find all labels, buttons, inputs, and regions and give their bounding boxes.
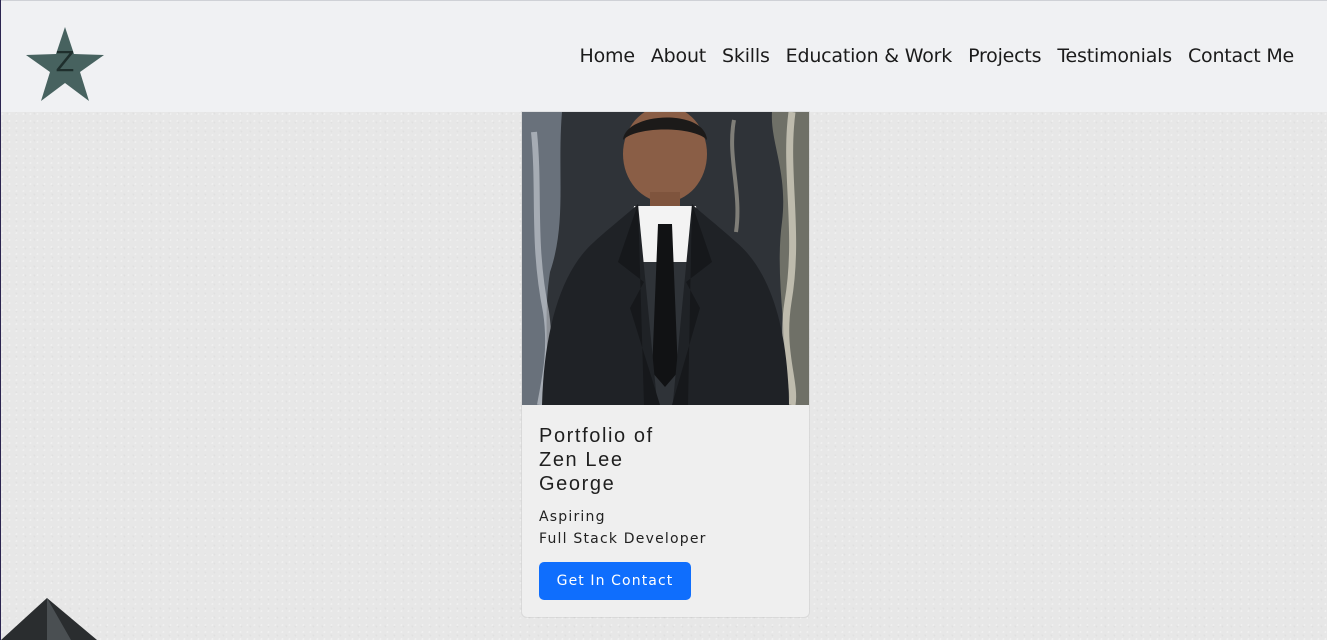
- profile-card: Portfolio of Zen Lee George Aspiring Ful…: [522, 112, 809, 617]
- page: Z Home About Skills Education & Work Pro…: [0, 0, 1327, 640]
- role-subtitle: Aspiring Full Stack Developer: [539, 506, 799, 550]
- get-in-contact-button[interactable]: Get In Contact: [539, 562, 691, 600]
- star-logo-icon[interactable]: Z: [25, 25, 105, 103]
- nav-links: Home About Skills Education & Work Proje…: [580, 45, 1295, 67]
- triangle-decor-icon: [1, 598, 97, 640]
- nav-education-work[interactable]: Education & Work: [786, 45, 953, 67]
- nav-about[interactable]: About: [651, 45, 706, 67]
- nav-testimonials[interactable]: Testimonials: [1057, 45, 1172, 67]
- nav-projects[interactable]: Projects: [968, 45, 1042, 67]
- subtitle-line-2: Full Stack Developer: [539, 531, 707, 547]
- portrait-illustration: [522, 112, 809, 412]
- logo-letter: Z: [55, 45, 74, 78]
- logo-svg: Z: [26, 27, 104, 101]
- nav-skills[interactable]: Skills: [722, 45, 770, 67]
- title-line-2: Zen Lee: [539, 449, 624, 471]
- title-line-3: George: [539, 473, 616, 495]
- triangle-decor-svg: [1, 598, 97, 640]
- card-body: Portfolio of Zen Lee George Aspiring Ful…: [539, 424, 799, 550]
- nav-home[interactable]: Home: [580, 45, 636, 67]
- title-line-1: Portfolio of: [539, 425, 654, 447]
- subtitle-line-1: Aspiring: [539, 509, 606, 525]
- page-title: Portfolio of Zen Lee George: [539, 424, 799, 496]
- navbar: Z Home About Skills Education & Work Pro…: [1, 0, 1327, 112]
- portrait-photo: [522, 112, 809, 412]
- nav-contact-me[interactable]: Contact Me: [1188, 45, 1294, 67]
